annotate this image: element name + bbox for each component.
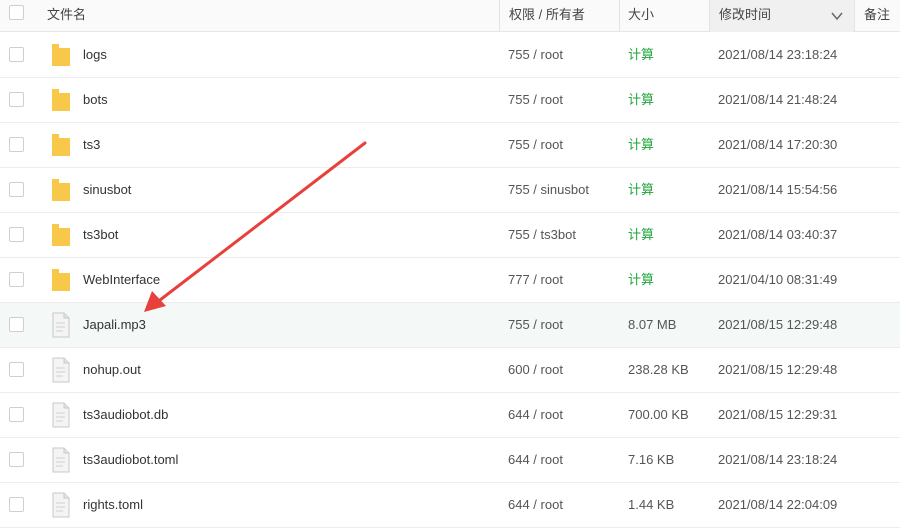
file-permission[interactable]: 755 / sinusbot [508, 168, 589, 212]
header-note[interactable]: 备注 [864, 0, 890, 32]
row-checkbox[interactable] [9, 227, 24, 242]
file-permission[interactable]: 755 / root [508, 33, 563, 77]
table-header: 文件名 权限 / 所有者 大小 修改时间 备注 [0, 0, 900, 32]
folder-icon [50, 87, 72, 113]
file-modified-time: 2021/08/14 03:40:37 [718, 227, 838, 242]
file-name[interactable]: bots [83, 78, 108, 122]
folder-icon [50, 177, 72, 203]
column-divider [854, 0, 855, 32]
file-modified-time: 2021/08/14 23:18:24 [718, 452, 838, 467]
file-modified-time: 2021/08/14 23:18:24 [718, 47, 838, 62]
column-divider [709, 0, 710, 32]
file-icon [50, 402, 72, 428]
file-permission[interactable]: 644 / root [508, 483, 563, 527]
select-all-checkbox[interactable] [9, 5, 24, 20]
header-filename[interactable]: 文件名 [47, 0, 86, 32]
column-divider [499, 0, 500, 32]
file-permission[interactable]: 777 / root [508, 258, 563, 302]
row-checkbox[interactable] [9, 182, 24, 197]
table-row[interactable]: rights.toml 644 / root 1.44 KB 2021/08/1… [0, 483, 900, 528]
file-size: 7.16 KB [628, 452, 675, 467]
row-checkbox[interactable] [9, 452, 24, 467]
chevron-down-icon[interactable] [830, 9, 844, 23]
file-icon [50, 357, 72, 383]
calculate-size-link[interactable]: 计算 [628, 33, 654, 77]
file-modified-time: 2021/04/10 08:31:49 [718, 272, 838, 287]
calculate-size-link[interactable]: 计算 [628, 258, 654, 302]
file-icon [50, 312, 72, 338]
folder-icon [50, 132, 72, 158]
file-name[interactable]: ts3bot [83, 213, 118, 257]
row-checkbox[interactable] [9, 137, 24, 152]
header-size[interactable]: 大小 [628, 0, 654, 32]
row-checkbox[interactable] [9, 362, 24, 377]
row-checkbox[interactable] [9, 272, 24, 287]
file-name[interactable]: ts3audiobot.db [83, 393, 168, 437]
file-icon [50, 492, 72, 518]
file-name[interactable]: WebInterface [83, 258, 160, 302]
table-row[interactable]: bots 755 / root 计算 2021/08/14 21:48:24 [0, 78, 900, 123]
file-permission[interactable]: 755 / root [508, 78, 563, 122]
file-modified-time: 2021/08/14 15:54:56 [718, 182, 838, 197]
row-checkbox[interactable] [9, 317, 24, 332]
file-name[interactable]: ts3audiobot.toml [83, 438, 178, 482]
folder-icon [50, 222, 72, 248]
file-name[interactable]: nohup.out [83, 348, 141, 392]
file-permission[interactable]: 755 / root [508, 303, 563, 347]
row-checkbox[interactable] [9, 497, 24, 512]
table-row[interactable]: logs 755 / root 计算 2021/08/14 23:18:24 [0, 33, 900, 78]
row-checkbox[interactable] [9, 92, 24, 107]
row-checkbox[interactable] [9, 47, 24, 62]
file-name[interactable]: Japali.mp3 [83, 303, 146, 347]
file-name[interactable]: rights.toml [83, 483, 143, 527]
calculate-size-link[interactable]: 计算 [628, 78, 654, 122]
table-row[interactable]: ts3audiobot.db 644 / root 700.00 KB 2021… [0, 393, 900, 438]
folder-icon [50, 267, 72, 293]
file-modified-time: 2021/08/14 17:20:30 [718, 137, 838, 152]
calculate-size-link[interactable]: 计算 [628, 168, 654, 212]
column-divider [619, 0, 620, 32]
header-permission[interactable]: 权限 / 所有者 [509, 0, 585, 32]
file-name[interactable]: ts3 [83, 123, 100, 167]
file-permission[interactable]: 644 / root [508, 438, 563, 482]
table-row[interactable]: ts3audiobot.toml 644 / root 7.16 KB 2021… [0, 438, 900, 483]
header-modified[interactable]: 修改时间 [719, 0, 771, 32]
table-row[interactable]: WebInterface 777 / root 计算 2021/04/10 08… [0, 258, 900, 303]
table-row[interactable]: Japali.mp3 755 / root 8.07 MB 2021/08/15… [0, 303, 900, 348]
file-name[interactable]: logs [83, 33, 107, 77]
file-modified-time: 2021/08/14 21:48:24 [718, 92, 838, 107]
table-row[interactable]: ts3bot 755 / ts3bot 计算 2021/08/14 03:40:… [0, 213, 900, 258]
file-modified-time: 2021/08/15 12:29:48 [718, 317, 838, 332]
table-row[interactable]: ts3 755 / root 计算 2021/08/14 17:20:30 [0, 123, 900, 168]
file-modified-time: 2021/08/15 12:29:31 [718, 407, 838, 422]
file-permission[interactable]: 755 / ts3bot [508, 213, 576, 257]
table-row[interactable]: sinusbot 755 / sinusbot 计算 2021/08/14 15… [0, 168, 900, 213]
file-modified-time: 2021/08/14 22:04:09 [718, 497, 838, 512]
calculate-size-link[interactable]: 计算 [628, 213, 654, 257]
file-name[interactable]: sinusbot [83, 168, 131, 212]
folder-icon [50, 42, 72, 68]
file-size: 1.44 KB [628, 497, 675, 512]
table-row[interactable]: nohup.out 600 / root 238.28 KB 2021/08/1… [0, 348, 900, 393]
file-permission[interactable]: 600 / root [508, 348, 563, 392]
file-size: 700.00 KB [628, 407, 689, 422]
row-checkbox[interactable] [9, 407, 24, 422]
file-permission[interactable]: 644 / root [508, 393, 563, 437]
file-icon [50, 447, 72, 473]
file-size: 8.07 MB [628, 317, 677, 332]
file-permission[interactable]: 755 / root [508, 123, 563, 167]
file-modified-time: 2021/08/15 12:29:48 [718, 362, 838, 377]
file-size: 238.28 KB [628, 362, 689, 377]
calculate-size-link[interactable]: 计算 [628, 123, 654, 167]
